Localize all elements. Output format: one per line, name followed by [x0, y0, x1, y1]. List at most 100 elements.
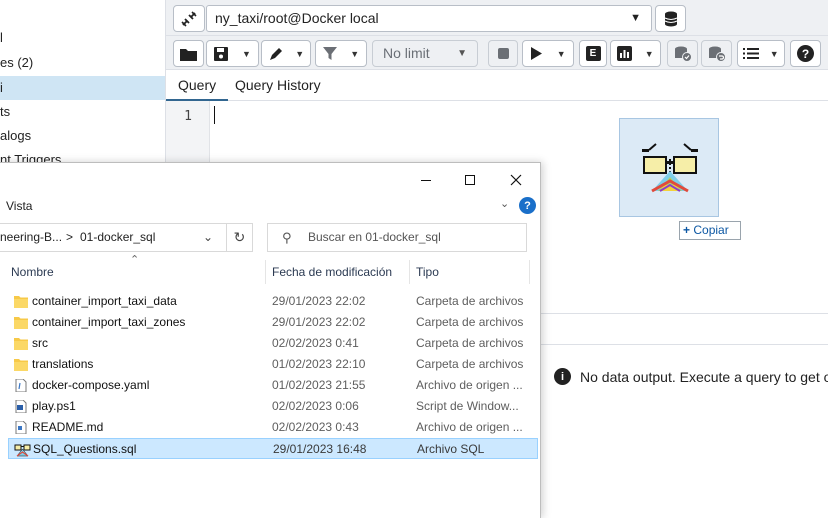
column-label: Nombre [11, 265, 54, 279]
file-name: container_import_taxi_zones [32, 315, 186, 329]
drag-preview [619, 118, 719, 217]
file-row[interactable]: README.md 02/02/2023 0:43 Archivo de ori… [8, 417, 538, 438]
refresh-icon[interactable]: ↻ [226, 224, 252, 251]
maximize-button[interactable] [447, 165, 493, 195]
chevron-down-icon[interactable]: ⌄ [203, 224, 213, 251]
rollback-button[interactable] [701, 40, 732, 67]
chevron-down-icon: ▼ [769, 48, 779, 59]
sql-file-icon [14, 444, 31, 457]
chevron-down-icon: ▼ [457, 48, 467, 59]
play-icon [531, 47, 543, 60]
tree-item-label: l [0, 30, 3, 45]
plus-icon: + [683, 223, 691, 237]
tree-item-selected[interactable]: i [0, 76, 165, 100]
execute-button[interactable]: ▼ [522, 40, 574, 67]
explain-button[interactable]: E [579, 40, 607, 67]
editor-tabs: Query Query History [166, 72, 828, 101]
breadcrumb-separator[interactable]: > [66, 224, 73, 251]
sql-file-icon [642, 143, 698, 193]
tree-item-label: i [0, 80, 3, 95]
tree-item-label: ts [0, 104, 11, 119]
file-row[interactable]: translations 01/02/2023 22:10 Carpeta de… [8, 354, 538, 375]
ribbon-tab-vista[interactable]: Vista [6, 199, 32, 213]
row-limit-label: No limit [383, 45, 430, 61]
chevron-down-icon: ▼ [556, 48, 566, 59]
database-icon [664, 11, 677, 26]
ribbon-tabs: Vista ⌄ ? [0, 195, 540, 217]
tree-item[interactable]: ts [0, 100, 165, 124]
tab-query-history[interactable]: Query History [223, 72, 333, 101]
db-commit-icon [674, 46, 692, 62]
stop-button[interactable] [488, 40, 518, 67]
powershell-file-icon [15, 400, 27, 413]
column-separator[interactable] [265, 260, 266, 284]
address-bar[interactable]: neering-B... > 01-docker_sql ⌄ ↻ [0, 223, 253, 252]
tree-item[interactable]: alogs [0, 124, 165, 148]
folder-icon [14, 359, 28, 371]
new-connection-button[interactable] [655, 5, 686, 32]
connection-status-button[interactable] [173, 5, 205, 32]
query-toolbar: ▼ ▼ ▼ No limit ▼ ▼ E ▼ ▼ ? [166, 36, 828, 70]
file-modified: 29/01/2023 16:48 [273, 442, 367, 456]
panel-divider [540, 313, 828, 314]
breadcrumb-item[interactable]: neering-B... [0, 224, 62, 251]
file-name: container_import_taxi_data [32, 294, 177, 308]
chevron-down-icon: ▼ [350, 48, 360, 59]
list-icon [743, 48, 760, 59]
file-type: Archivo de origen ... [416, 420, 523, 434]
breadcrumb-current[interactable]: 01-docker_sql [80, 224, 155, 251]
file-row-selected[interactable]: SQL_Questions.sql 29/01/2023 16:48 Archi… [8, 438, 538, 459]
tree-item[interactable]: l [0, 26, 165, 50]
filter-icon [322, 46, 337, 60]
file-type: Carpeta de archivos [416, 315, 524, 329]
file-modified: 29/01/2023 22:02 [272, 315, 366, 329]
help-button[interactable]: ? [790, 40, 821, 67]
sort-ascending-icon: ⌃ [130, 254, 140, 266]
column-header-type[interactable]: Tipo [416, 260, 439, 284]
copy-tooltip: + Copiar [679, 221, 741, 240]
file-row[interactable]: container_import_taxi_data 29/01/2023 22… [8, 291, 538, 312]
help-icon[interactable]: ? [519, 197, 536, 214]
chevron-down-icon: ▼ [295, 48, 305, 59]
column-separator[interactable] [409, 260, 410, 284]
file-type: Carpeta de archivos [416, 357, 524, 371]
explain-analyze-button[interactable]: ▼ [610, 40, 661, 67]
minimize-button[interactable] [403, 165, 449, 195]
file-name: translations [32, 357, 94, 371]
file-row[interactable]: docker-compose.yaml 01/02/2023 21:55 Arc… [8, 375, 538, 396]
open-file-button[interactable] [173, 40, 204, 67]
chevron-down-icon[interactable]: ⌄ [500, 197, 509, 210]
file-row[interactable]: play.ps1 02/02/2023 0:06 Script de Windo… [8, 396, 538, 417]
column-separator[interactable] [529, 260, 530, 284]
maximize-icon [465, 175, 475, 185]
file-row[interactable]: src 02/02/2023 0:41 Carpeta de archivos [8, 333, 538, 354]
tab-query[interactable]: Query [166, 72, 229, 101]
folder-icon [14, 317, 28, 329]
tab-label: Query [178, 77, 217, 93]
bar-chart-icon [617, 46, 633, 61]
folder-icon [14, 338, 28, 350]
file-name: SQL_Questions.sql [33, 442, 137, 456]
tree-item[interactable]: es (2) [0, 51, 165, 75]
save-button[interactable]: ▼ [206, 40, 259, 67]
column-header-name[interactable]: Nombre [11, 260, 54, 284]
folder-open-icon [180, 48, 197, 61]
connection-select[interactable]: ny_taxi/root@Docker local ▼ [206, 5, 652, 32]
search-placeholder: Buscar en 01-docker_sql [308, 230, 441, 244]
filter-button[interactable]: ▼ [315, 40, 367, 67]
chevron-down-icon: ▼ [644, 48, 654, 59]
file-modified: 02/02/2023 0:41 [272, 336, 359, 350]
markdown-file-icon [15, 421, 27, 434]
search-box[interactable]: ⚲ Buscar en 01-docker_sql [267, 223, 527, 252]
row-limit-select[interactable]: No limit ▼ [372, 40, 478, 67]
file-modified: 29/01/2023 22:02 [272, 294, 366, 308]
connection-label: ny_taxi/root@Docker local [215, 10, 379, 26]
macros-button[interactable]: ▼ [737, 40, 785, 67]
commit-button[interactable] [667, 40, 698, 67]
file-modified: 02/02/2023 0:06 [272, 399, 359, 413]
column-header-modified[interactable]: Fecha de modificación [272, 260, 392, 284]
tree-item-label: alogs [0, 128, 32, 143]
edit-button[interactable]: ▼ [261, 40, 311, 67]
file-row[interactable]: container_import_taxi_zones 29/01/2023 2… [8, 312, 538, 333]
close-button[interactable] [493, 165, 539, 195]
